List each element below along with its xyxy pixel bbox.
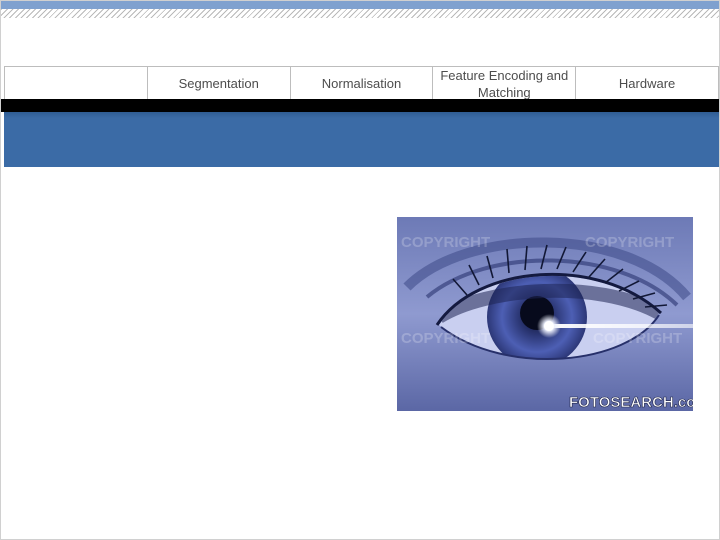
watermark-text: COPYRIGHT [585, 234, 674, 251]
title-band [4, 112, 719, 167]
top-stripe-bar [1, 1, 719, 9]
slide: Segmentation Normalisation Feature Encod… [0, 0, 720, 540]
eye-photo: COPYRIGHT COPYRIGHT COPYRIGHT COPYRIGHT … [397, 217, 693, 411]
nav-tab-home[interactable] [4, 67, 148, 100]
nav-bar: Segmentation Normalisation Feature Encod… [4, 66, 719, 100]
black-band [1, 99, 719, 112]
nav-tab-segmentation[interactable]: Segmentation [148, 67, 291, 100]
photo-credit: FOTOSEARCH.com [569, 394, 693, 411]
top-stripe [1, 1, 719, 19]
eye-photo-icon: COPYRIGHT COPYRIGHT COPYRIGHT COPYRIGHT … [397, 217, 693, 411]
nav-tab-hardware[interactable]: Hardware [576, 67, 719, 100]
watermark-text: COPYRIGHT [593, 330, 682, 347]
nav-tab-feature-encoding[interactable]: Feature Encoding and Matching [433, 67, 577, 100]
watermark-text: COPYRIGHT [401, 234, 490, 251]
top-stripe-hatch [1, 9, 719, 18]
watermark-text: COPYRIGHT [401, 330, 490, 347]
nav-tab-normalisation[interactable]: Normalisation [291, 67, 434, 100]
